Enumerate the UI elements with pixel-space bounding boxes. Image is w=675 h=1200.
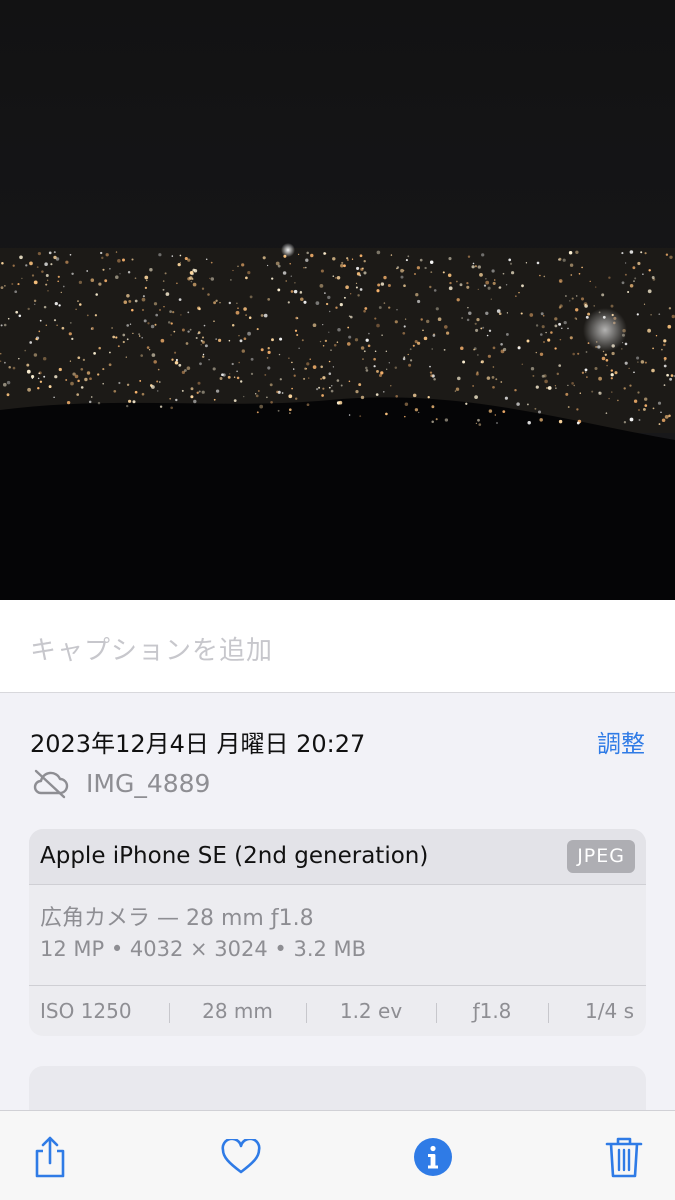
delete-button[interactable]: [604, 1135, 644, 1179]
exif-row: ISO 1250 28 mm 1.2 ev ƒ1.8 1/4 s: [29, 985, 646, 1036]
adjust-button[interactable]: 調整: [597, 724, 645, 759]
share-icon: [31, 1135, 69, 1179]
image-specs: 12 MP • 4032 × 3024 • 3.2 MB: [40, 937, 367, 961]
info-icon: [413, 1137, 453, 1177]
share-button[interactable]: [30, 1135, 70, 1179]
caption-area[interactable]: キャプションを追加: [0, 600, 675, 693]
photo-view[interactable]: [0, 0, 675, 600]
device-name: Apple iPhone SE (2nd generation): [40, 843, 429, 869]
caption-placeholder[interactable]: キャプションを追加: [30, 630, 273, 667]
exif-aperture: ƒ1.8: [436, 999, 548, 1023]
exif-shutter-speed: 1/4 s: [548, 999, 646, 1023]
file-name: IMG_4889: [86, 768, 211, 798]
exif-exposure-value: 1.2 ev: [306, 999, 436, 1023]
format-badge: JPEG: [567, 840, 635, 873]
night-city-photo: [0, 0, 675, 600]
exif-iso: ISO 1250: [40, 999, 132, 1023]
photo-datetime: 2023年12月4日 月曜日 20:27: [30, 730, 366, 758]
lens-info: 広角カメラ — 28 mm ƒ1.8: [40, 906, 314, 931]
metadata-header: Apple iPhone SE (2nd generation) JPEG: [29, 829, 646, 885]
info-button[interactable]: [413, 1135, 453, 1179]
cloud-off-icon: [30, 767, 70, 799]
favorite-button[interactable]: [221, 1135, 261, 1179]
file-row: IMG_4889: [30, 765, 210, 801]
heart-icon: [221, 1139, 261, 1175]
trash-icon: [604, 1135, 644, 1179]
metadata-card: Apple iPhone SE (2nd generation) JPEG 広角…: [29, 829, 646, 1036]
exif-focal-length: 28 mm: [169, 999, 306, 1023]
bottom-toolbar: [0, 1110, 675, 1200]
